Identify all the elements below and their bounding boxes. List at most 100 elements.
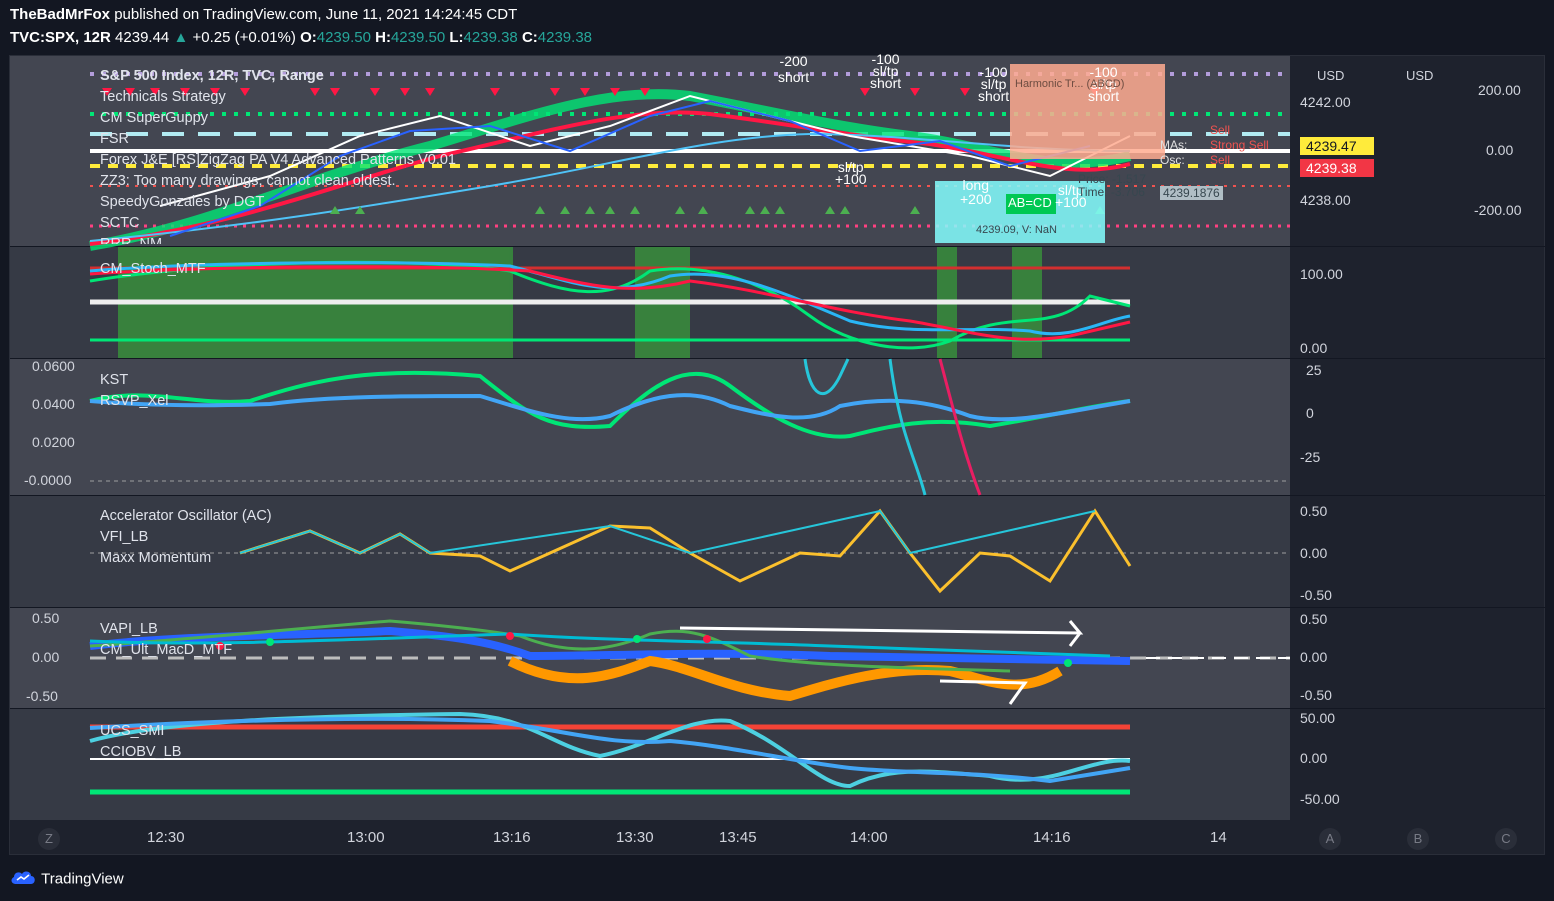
- stoch-legend: CM_Stoch_MTF: [100, 259, 206, 280]
- volume-label: 4239.09, V: NaN: [976, 224, 1057, 236]
- right-scale-label: -200.00: [1474, 202, 1522, 218]
- price-time-box: Price: -1.517 Time: -3.706: [1078, 172, 1147, 199]
- sltp-label: sl/tp +100: [835, 159, 867, 187]
- sltp-label: -100 sl/tp short: [978, 64, 1010, 104]
- indicator-legend[interactable]: KST: [100, 370, 169, 391]
- abcd-label: AB=CD: [1008, 195, 1052, 210]
- right-scale-label: 0.00: [1486, 142, 1514, 158]
- left-scale-label: 0.0600: [32, 358, 75, 374]
- short-signal-label: -200 short: [778, 53, 810, 85]
- indicator-legend[interactable]: CCIOBV_LB: [100, 742, 181, 763]
- sltp-label: -100 sl/tp short: [870, 51, 902, 91]
- open-value: 4239.50: [316, 29, 371, 46]
- indicator-legend[interactable]: FSR: [100, 129, 456, 150]
- scale-b-button[interactable]: B: [1407, 828, 1429, 850]
- ucs-legend: UCS_SMI CCIOBV_LB: [100, 721, 181, 763]
- indicator-legend[interactable]: SCTC: [100, 213, 456, 234]
- level-label: 4239.1876: [1160, 186, 1223, 200]
- vapi-scale-label: -0.50: [1300, 687, 1332, 703]
- indicator-legend[interactable]: CM_Stoch_MTF: [100, 259, 206, 280]
- stoch-scale-label: 100.00: [1300, 266, 1343, 282]
- open-label: O:: [300, 29, 317, 46]
- indicator-legend[interactable]: Technicals Strategy: [100, 87, 456, 108]
- indicator-legend[interactable]: RSVP_Xel: [100, 391, 169, 412]
- time-label: 14:00: [850, 829, 888, 846]
- ucs-scale-label: 0.00: [1300, 750, 1328, 766]
- symbol-legend[interactable]: S&P 500 Index, 12R, TVC, Range: [100, 66, 456, 87]
- right-scale-label: 200.00: [1478, 82, 1521, 98]
- price-tag-close: 4239.38: [1300, 159, 1374, 177]
- symbol-label: TVC:SPX, 12R: [10, 29, 111, 46]
- main-legend: S&P 500 Index, 12R, TVC, Range Technical…: [100, 66, 456, 244]
- ac-scale-label: -0.50: [1300, 587, 1332, 603]
- last-price: 4239.44: [115, 29, 170, 46]
- left-scale-label: 0.50: [32, 610, 60, 626]
- strong-sell-label: Strong Sell: [1210, 138, 1269, 152]
- indicator-legend[interactable]: VAPI_LB: [100, 619, 232, 640]
- indicator-legend[interactable]: UCS_SMI: [100, 721, 181, 742]
- ohlc-bar: TVC:SPX, 12R 4239.44 ▲ +0.25 (+0.01%) O:…: [10, 29, 592, 46]
- time-label: 13:16: [493, 829, 531, 846]
- indicator-legend[interactable]: CM SuperGuppy: [100, 108, 456, 129]
- time-label: 13:30: [616, 829, 654, 846]
- osc-label: Osc:: [1160, 153, 1185, 167]
- indicator-legend[interactable]: CM_Ult_MacD_MTF: [100, 640, 232, 661]
- indicator-legend[interactable]: RRR_NM: [100, 234, 456, 244]
- scale-c-button[interactable]: C: [1495, 828, 1517, 850]
- tradingview-logo[interactable]: TradingView: [9, 868, 124, 890]
- left-scale-label: 0.0400: [32, 396, 75, 412]
- price-scale-label: 4238.00: [1300, 192, 1351, 208]
- indicator-legend[interactable]: Maxx Momentum: [100, 548, 272, 569]
- left-scale-label: -0.50: [26, 688, 58, 704]
- sell-label: Sell: [1210, 153, 1231, 167]
- time-label: 12:30: [147, 829, 185, 846]
- stoch-scale-label: 0.00: [1300, 340, 1328, 356]
- harmonic-label: Harmonic Tr... (ABCD): [1015, 78, 1125, 90]
- brand-name: TradingView: [41, 870, 124, 888]
- close-value: 4239.38: [537, 29, 593, 46]
- left-scale-label: 0.00: [32, 649, 60, 665]
- tradingview-cloud-icon: [9, 868, 37, 890]
- sell-label: Sell: [1210, 123, 1231, 137]
- indicator-legend[interactable]: Forex J&E [RS]ZigZag PA V4 Advanced Patt…: [100, 150, 456, 171]
- ac-scale-label: 0.50: [1300, 503, 1328, 519]
- high-value: 4239.50: [390, 29, 446, 46]
- indicator-legend[interactable]: SpeedyGonzales by DGT: [100, 192, 456, 213]
- long-signal-label: long +200: [960, 177, 992, 207]
- indicator-legend[interactable]: ZZ3: Too many drawings, cannot clean old…: [100, 171, 456, 192]
- time-label: 13:00: [347, 829, 385, 846]
- left-scale-label: -0.0000: [24, 472, 72, 488]
- author-name[interactable]: TheBadMrFox: [10, 6, 110, 23]
- zoom-button[interactable]: Z: [38, 828, 60, 850]
- close-label: C:: [521, 29, 538, 46]
- time-label: 14:16: [1033, 829, 1071, 846]
- low-label: L:: [449, 29, 464, 46]
- time-label: 13:45: [719, 829, 757, 846]
- currency-label[interactable]: USD: [1406, 68, 1433, 83]
- ma-label: MAs:: [1160, 138, 1188, 152]
- kst-legend: KST RSVP_Xel: [100, 370, 169, 412]
- kst-scale-label: 0: [1306, 405, 1314, 421]
- publish-text: published on TradingView.com, June 11, 2…: [114, 6, 518, 23]
- price-scale-label: 4242.00: [1300, 94, 1351, 110]
- indicator-legend[interactable]: VFI_LB: [100, 527, 272, 548]
- time-label: 14: [1210, 829, 1227, 846]
- chart-container[interactable]: S&P 500 Index, 12R, TVC, Range Technical…: [9, 51, 1546, 855]
- change-value: +0.25 (+0.01%): [192, 29, 296, 46]
- publish-info: TheBadMrFox published on TradingView.com…: [10, 6, 517, 23]
- ucs-scale-label: 50.00: [1300, 710, 1336, 726]
- ac-scale-label: 0.00: [1300, 545, 1328, 561]
- left-scale-label: 0.0200: [32, 434, 75, 450]
- vapi-scale-label: 0.00: [1300, 649, 1328, 665]
- vapi-scale-label: 0.50: [1300, 611, 1328, 627]
- indicator-legend[interactable]: Accelerator Oscillator (AC): [100, 506, 272, 527]
- kst-scale-label: -25: [1300, 449, 1321, 465]
- ac-legend: Accelerator Oscillator (AC) VFI_LB Maxx …: [100, 506, 272, 569]
- currency-label[interactable]: USD: [1317, 68, 1344, 83]
- vapi-legend: VAPI_LB CM_Ult_MacD_MTF: [100, 619, 232, 661]
- ucs-scale-label: -50.00: [1300, 791, 1340, 807]
- low-value: 4239.38: [463, 29, 518, 46]
- high-label: H:: [375, 29, 391, 46]
- auto-scale-button[interactable]: A: [1319, 828, 1341, 850]
- price-tag-last: 4239.47: [1300, 137, 1374, 155]
